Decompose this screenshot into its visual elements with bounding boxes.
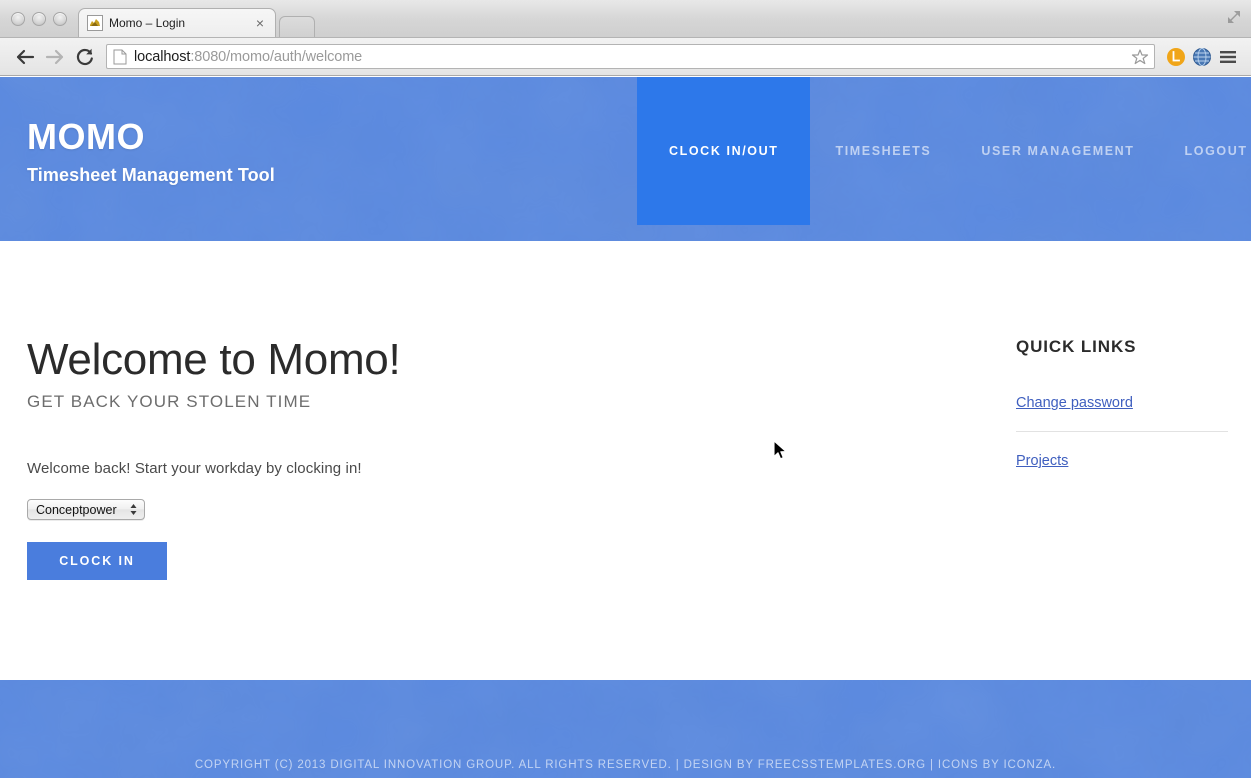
tab-strip: Momo – Login ×	[78, 8, 315, 37]
back-button[interactable]	[10, 43, 40, 71]
forward-button[interactable]	[40, 43, 70, 71]
page-title: Welcome to Momo!	[27, 335, 401, 384]
select-updown-arrows-icon	[129, 503, 140, 516]
document-icon	[113, 49, 127, 65]
project-select[interactable]: Conceptpower	[27, 499, 145, 521]
window-close-button[interactable]	[11, 12, 25, 26]
main-column: Welcome to Momo! GET BACK YOUR STOLEN TI…	[27, 335, 887, 581]
quick-link-projects[interactable]: Projects	[1016, 432, 1228, 469]
quick-links-title: QUICK LINKS	[1016, 337, 1137, 356]
brand-title: MOMO	[27, 116, 145, 157]
url-host: localhost	[134, 48, 191, 65]
lastpass-extension-icon[interactable]	[1163, 43, 1189, 71]
clock-in-button[interactable]: CLOCK IN	[27, 542, 167, 581]
page-subtitle: GET BACK YOUR STOLEN TIME	[27, 392, 312, 412]
browser-tab[interactable]: Momo – Login ×	[78, 8, 276, 37]
site-brand[interactable]: MOMO Timesheet Management Tool	[27, 119, 275, 186]
globe-extension-icon[interactable]	[1189, 43, 1215, 71]
address-bar[interactable]: localhost:8080/momo/auth/welcome	[106, 44, 1155, 69]
window-zoom-button[interactable]	[53, 12, 67, 26]
welcome-message: Welcome back! Start your workday by cloc…	[27, 460, 362, 478]
url-path: :8080/momo/auth/welcome	[190, 48, 363, 65]
page-viewport: MOMO Timesheet Management Tool CLOCK IN/…	[0, 77, 1251, 778]
page-content: Welcome to Momo! GET BACK YOUR STOLEN TI…	[0, 241, 1251, 680]
new-tab-button[interactable]	[279, 16, 315, 37]
nav-item-user-management[interactable]: USER MANAGEMENT	[956, 77, 1159, 225]
quick-links-panel: QUICK LINKS Change password Projects	[1016, 337, 1228, 469]
address-bar-url: localhost:8080/momo/auth/welcome	[134, 49, 362, 65]
project-select-value: Conceptpower	[36, 502, 117, 517]
browser-window: Momo – Login × localhost:8080/momo/auth/…	[0, 0, 1251, 778]
window-controls	[11, 12, 67, 26]
site-footer: COPYRIGHT (C) 2013 DIGITAL INNOVATION GR…	[0, 680, 1251, 778]
reload-button[interactable]	[70, 43, 100, 71]
browser-toolbar: localhost:8080/momo/auth/welcome	[0, 38, 1251, 76]
tab-title: Momo – Login	[109, 16, 186, 30]
momo-favicon-icon	[87, 15, 103, 31]
fullscreen-icon[interactable]	[1223, 8, 1243, 28]
quick-links-list: Change password Projects	[1016, 395, 1228, 469]
tab-close-icon[interactable]: ×	[253, 16, 267, 30]
browser-titlebar: Momo – Login ×	[0, 0, 1251, 38]
quick-link-change-password[interactable]: Change password	[1016, 395, 1228, 432]
nav-item-timesheets[interactable]: TIMESHEETS	[810, 77, 956, 225]
footer-copyright: COPYRIGHT (C) 2013 DIGITAL INNOVATION GR…	[194, 759, 1057, 771]
nav-item-clock-in-out[interactable]: CLOCK IN/OUT	[637, 77, 811, 225]
nav-item-logout[interactable]: LOGOUT	[1160, 77, 1251, 225]
hamburger-menu-icon[interactable]	[1215, 43, 1241, 71]
main-navigation: CLOCK IN/OUT TIMESHEETS USER MANAGEMENT …	[637, 77, 1251, 225]
window-minimize-button[interactable]	[32, 12, 46, 26]
site-header: MOMO Timesheet Management Tool CLOCK IN/…	[0, 77, 1251, 241]
brand-subtitle: Timesheet Management Tool	[27, 165, 275, 185]
bookmark-star-icon[interactable]	[1131, 48, 1149, 66]
